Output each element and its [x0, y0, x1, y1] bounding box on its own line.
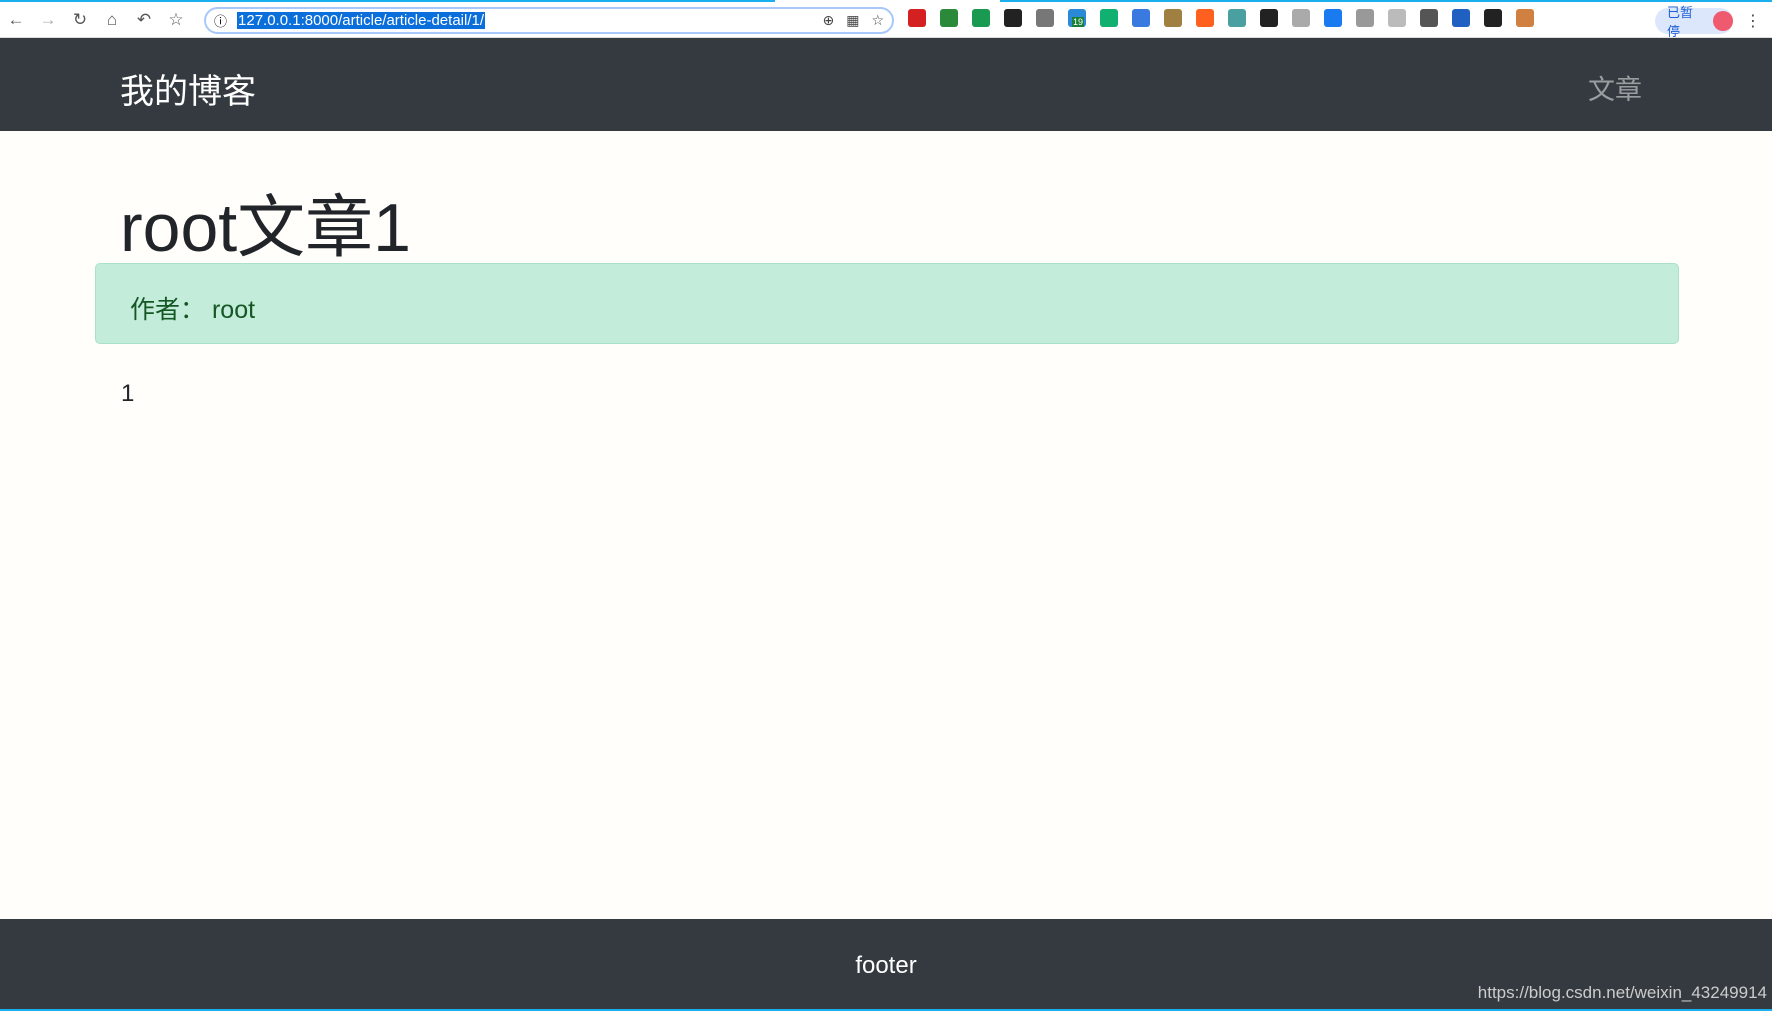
brand-link[interactable]: 我的博客: [120, 64, 256, 113]
extension-icon[interactable]: [1324, 9, 1342, 27]
extension-icon[interactable]: [1388, 9, 1406, 27]
footer: footer https://blog.csdn.net/weixin_4324…: [0, 919, 1772, 1011]
footer-text: footer: [855, 952, 917, 979]
avatar: [1713, 11, 1733, 31]
extension-icon[interactable]: [1100, 9, 1118, 27]
navbar: 我的博客 文章: [0, 38, 1772, 131]
undo-icon[interactable]: ↶: [128, 10, 160, 30]
extension-icon[interactable]: [940, 9, 958, 27]
url-text[interactable]: 127.0.0.1:8000/article/article-detail/1/: [237, 12, 485, 29]
author-label: 作者：: [130, 296, 206, 324]
profile-status: 已暂停: [1667, 5, 1694, 39]
extension-icon[interactable]: [1132, 9, 1150, 27]
zoom-icon[interactable]: ⊕: [822, 12, 834, 29]
nav-link-articles[interactable]: 文章: [1588, 68, 1642, 107]
extension-icon[interactable]: [1356, 9, 1374, 27]
extension-icon[interactable]: [1420, 9, 1438, 27]
page-title: root文章1: [120, 190, 411, 266]
reload-icon[interactable]: ↻: [64, 10, 96, 30]
home-icon[interactable]: ⌂: [96, 10, 128, 30]
back-icon[interactable]: ←: [0, 10, 32, 30]
article-body: 1: [121, 380, 135, 407]
extension-icon[interactable]: [1452, 9, 1470, 27]
extension-icon[interactable]: [1164, 9, 1182, 27]
extension-icon[interactable]: [1228, 9, 1246, 27]
loading-bar: [1000, 0, 1772, 2]
extensions-area: 19: [908, 9, 1534, 27]
profile-button[interactable]: 已暂停: [1655, 5, 1733, 39]
qr-code-icon[interactable]: ▦: [846, 12, 859, 29]
extension-icon[interactable]: [1036, 9, 1054, 27]
extension-icon[interactable]: 19: [1068, 9, 1086, 27]
extension-icon[interactable]: [1260, 9, 1278, 27]
extension-icon[interactable]: [1196, 9, 1214, 27]
extension-icon[interactable]: [1516, 9, 1534, 27]
author-alert: 作者： root: [95, 263, 1679, 344]
loading-bar: [0, 0, 775, 2]
info-icon[interactable]: ⓘ: [214, 11, 227, 30]
extension-icon[interactable]: [908, 9, 926, 27]
forward-icon[interactable]: →: [32, 10, 64, 30]
bookmark-star-icon[interactable]: ☆: [160, 10, 192, 30]
extension-icon[interactable]: [1484, 9, 1502, 27]
menu-icon[interactable]: ⋮: [1745, 11, 1761, 31]
extension-icon[interactable]: [1292, 9, 1310, 27]
author-name: root: [211, 296, 256, 324]
watermark: https://blog.csdn.net/weixin_43249914: [1477, 983, 1767, 1002]
star-icon[interactable]: ☆: [871, 12, 884, 29]
extension-badge: 19: [1072, 17, 1085, 27]
address-bar[interactable]: ⓘ 127.0.0.1:8000/article/article-detail/…: [204, 7, 894, 34]
extension-icon[interactable]: [972, 9, 990, 27]
extension-icon[interactable]: [1004, 9, 1022, 27]
browser-toolbar: ← → ↻ ⌂ ↶ ☆ ⓘ 127.0.0.1:8000/article/art…: [0, 0, 1772, 39]
